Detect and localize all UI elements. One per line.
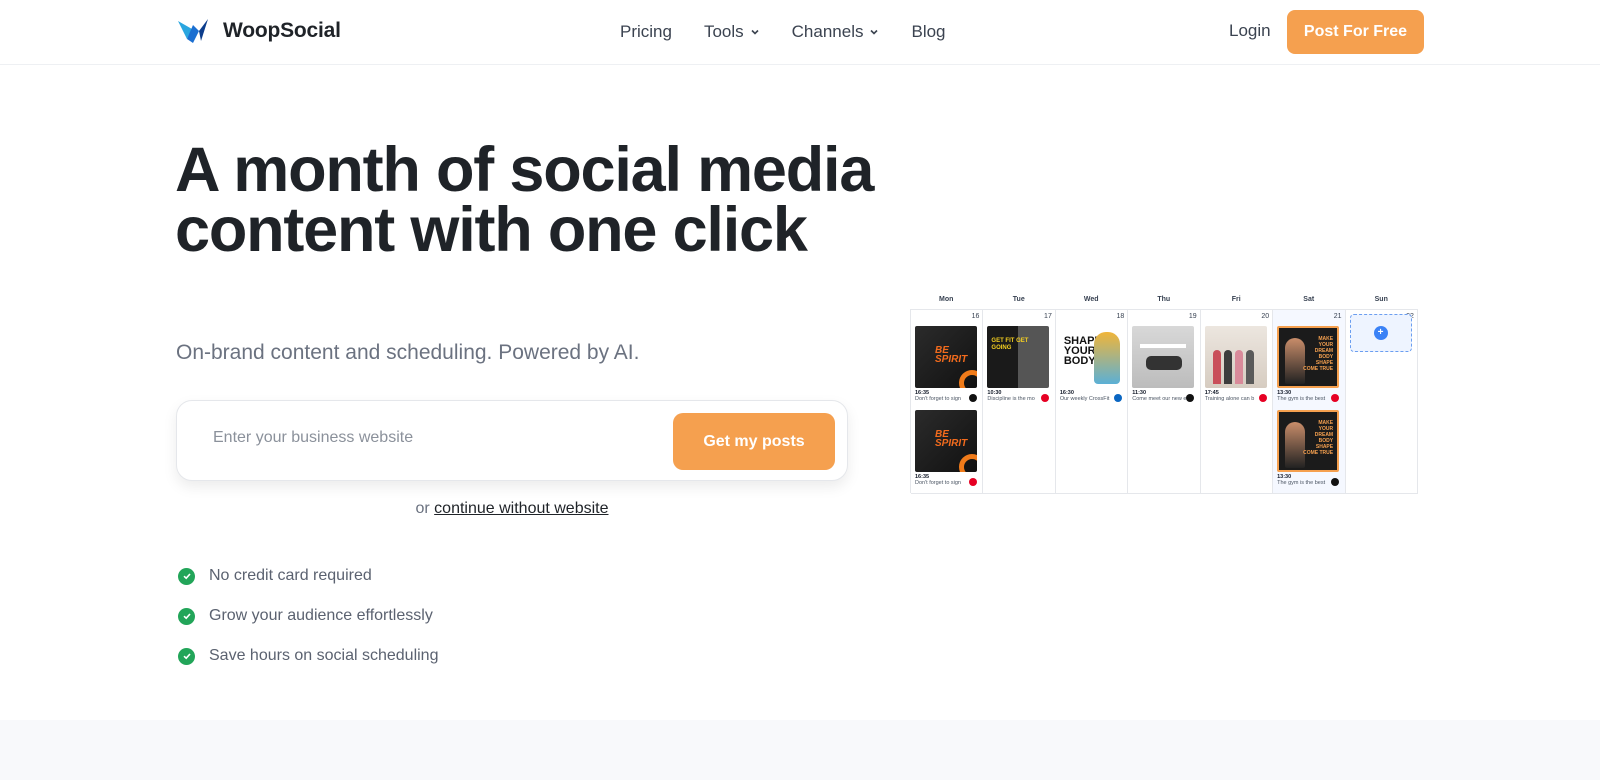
day-date: 21	[1333, 313, 1342, 320]
calendar-day-mon[interactable]: 16 BE SPIRIT 16:35 Don't forget to sign …	[911, 310, 984, 494]
feature-list: No credit card required Grow your audien…	[178, 556, 438, 676]
calendar-day-wed[interactable]: 18 SHAPE YOUR BODY 16:30 Our weekly Cros…	[1055, 310, 1129, 494]
post-image: MAKE YOUR DREAM BODY SHAPE COME TRUE	[1277, 410, 1340, 472]
scheduled-post[interactable]: SHAPE YOUR BODY 16:30 Our weekly CrossFi…	[1059, 326, 1122, 402]
linkedin-network-icon	[1113, 394, 1122, 402]
brand-logo[interactable]: WoopSocial	[177, 17, 341, 45]
x-network-icon	[969, 394, 977, 402]
get-my-posts-button[interactable]: Get my posts	[673, 413, 835, 470]
day-header-tue: Tue	[1012, 296, 1025, 303]
nav-channels[interactable]: Channels	[792, 22, 880, 42]
hero-subtitle: On-brand content and scheduling. Powered…	[176, 341, 640, 364]
post-image-text: GET FIT GET GOING	[991, 338, 1029, 351]
check-circle-icon	[178, 607, 195, 625]
woopsocial-logo-icon	[178, 19, 208, 43]
or-text: or	[415, 500, 430, 517]
day-header-fri: Fri	[1231, 296, 1241, 303]
nav-blog-label: Blog	[911, 22, 946, 41]
check-circle-icon	[178, 567, 195, 585]
feature-text: No credit card required	[209, 567, 372, 584]
post-image-text: BE SPIRIT	[935, 345, 968, 365]
x-network-icon	[1331, 478, 1340, 486]
scheduled-post[interactable]: BE SPIRIT 16:35 Don't forget to sign	[915, 410, 977, 486]
add-post-slot[interactable]: +	[1349, 314, 1412, 352]
scheduled-post[interactable]: 11:30 Come meet our new e	[1132, 326, 1195, 402]
post-caption: The gym is the best	[1277, 396, 1326, 402]
post-image	[1132, 326, 1195, 388]
pinterest-network-icon	[1258, 394, 1267, 402]
day-header-thu: Thu	[1157, 296, 1171, 303]
day-date: 16	[971, 313, 980, 320]
day-date: 19	[1188, 313, 1197, 320]
chevron-down-icon	[870, 29, 879, 35]
day-header-sat: Sat	[1303, 296, 1315, 303]
post-image	[1204, 326, 1267, 388]
feature-item: No credit card required	[178, 556, 438, 596]
post-caption: Come meet our new e	[1132, 396, 1187, 402]
post-image: GET FIT GET GOING	[987, 326, 1050, 388]
post-image: BE SPIRIT	[915, 410, 977, 472]
post-caption: Don't forget to sign	[915, 480, 961, 486]
calendar-day-fri[interactable]: 20 17:45 Training alone can b	[1200, 310, 1274, 494]
day-date: 20	[1261, 313, 1270, 320]
website-search-form: Get my posts	[176, 400, 848, 481]
scheduled-post[interactable]: GET FIT GET GOING 10:30 Discipline is th…	[987, 326, 1050, 402]
nav-pricing[interactable]: Pricing	[620, 22, 672, 42]
website-input[interactable]	[213, 429, 653, 447]
nav-blog[interactable]: Blog	[911, 22, 945, 42]
nav-tools-label: Tools	[703, 22, 744, 41]
next-section-band	[0, 720, 1600, 780]
nav-channels-label: Channels	[791, 22, 864, 41]
add-post-icon: +	[1373, 326, 1388, 340]
check-circle-icon	[178, 647, 195, 665]
feature-item: Save hours on social scheduling	[178, 636, 438, 676]
post-image-text: MAKE YOUR DREAM BODY SHAPE COME TRUE	[1303, 420, 1334, 456]
post-image-text: BE SPIRIT	[935, 429, 968, 449]
feature-text: Save hours on social scheduling	[209, 647, 439, 664]
feature-text: Grow your audience effortlessly	[209, 607, 433, 624]
continue-without-website-line: or continue without website	[0, 500, 1024, 518]
chevron-down-icon	[751, 29, 759, 35]
post-caption: The gym is the best	[1277, 480, 1326, 486]
hero-title: A month of social media content with one…	[175, 135, 874, 265]
continue-without-website-link[interactable]: continue without website	[434, 500, 608, 517]
post-caption: Training alone can b	[1204, 396, 1255, 402]
post-image: BE SPIRIT	[915, 326, 977, 388]
main-nav: Pricing Tools Channels Blog	[620, 0, 946, 64]
calendar-day-tue[interactable]: 17 GET FIT GET GOING 10:30 Discipline is…	[983, 310, 1056, 494]
nav-tools[interactable]: Tools	[704, 22, 760, 42]
site-header: WoopSocial Pricing Tools Channels Blog L…	[0, 0, 1600, 65]
calendar-day-headers: Mon Tue Wed Thu Fri Sat Sun	[910, 296, 1418, 308]
day-header-mon: Mon	[939, 296, 954, 303]
calendar-preview: Mon Tue Wed Thu Fri Sat Sun 16 BE SPIRIT…	[910, 296, 1418, 494]
calendar-day-thu[interactable]: 19 11:30 Come meet our new e	[1128, 310, 1201, 494]
post-image: MAKE YOUR DREAM BODY SHAPE COME TRUE	[1277, 326, 1340, 388]
scheduled-post[interactable]: BE SPIRIT 16:35 Don't forget to sign	[915, 326, 977, 402]
pinterest-network-icon	[969, 478, 977, 486]
x-network-icon	[1186, 394, 1195, 402]
day-header-wed: Wed	[1083, 296, 1099, 303]
pinterest-network-icon	[1041, 394, 1050, 402]
brand-name: WoopSocial	[223, 19, 341, 42]
nav-pricing-label: Pricing	[620, 22, 672, 41]
post-caption: Discipline is the mo	[987, 396, 1035, 402]
day-header-sun: Sun	[1374, 296, 1388, 303]
post-for-free-button[interactable]: Post For Free	[1287, 10, 1424, 54]
post-caption: Our weekly CrossFit	[1059, 396, 1110, 402]
scheduled-post[interactable]: MAKE YOUR DREAM BODY SHAPE COME TRUE 13:…	[1277, 410, 1340, 486]
scheduled-post[interactable]: 17:45 Training alone can b	[1204, 326, 1267, 402]
post-image-text: MAKE YOUR DREAM BODY SHAPE COME TRUE	[1303, 336, 1334, 372]
post-image: SHAPE YOUR BODY	[1059, 326, 1122, 388]
calendar-day-sun[interactable]: 22 +	[1345, 310, 1418, 494]
feature-item: Grow your audience effortlessly	[178, 596, 438, 636]
pinterest-network-icon	[1331, 394, 1340, 402]
post-caption: Don't forget to sign	[915, 396, 961, 402]
calendar-day-sat[interactable]: 21 MAKE YOUR DREAM BODY SHAPE COME TRUE …	[1273, 310, 1346, 494]
calendar-grid: 16 BE SPIRIT 16:35 Don't forget to sign …	[910, 309, 1418, 494]
day-date: 17	[1044, 313, 1052, 320]
day-date: 18	[1116, 313, 1125, 320]
scheduled-post[interactable]: MAKE YOUR DREAM BODY SHAPE COME TRUE 13:…	[1277, 326, 1340, 402]
login-link[interactable]: Login	[1229, 21, 1271, 41]
